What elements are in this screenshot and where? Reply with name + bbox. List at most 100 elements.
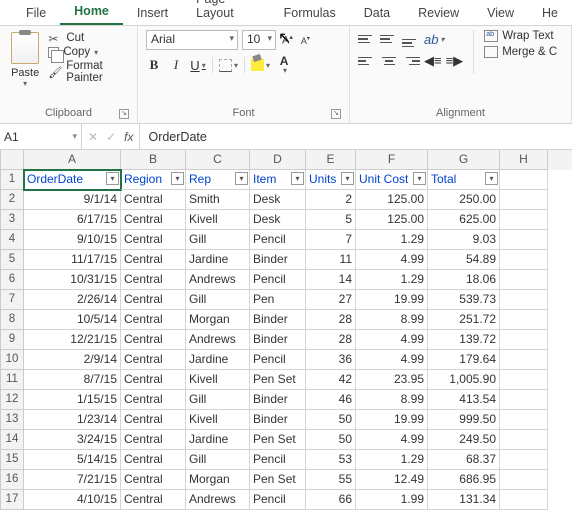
cell[interactable] — [500, 170, 548, 190]
row-header[interactable]: 16 — [0, 470, 24, 490]
cell[interactable]: 19.99 — [356, 410, 428, 430]
align-right-button[interactable] — [402, 53, 420, 69]
cell[interactable]: Desk — [250, 190, 306, 210]
cell[interactable]: Binder — [250, 310, 306, 330]
filter-icon[interactable]: ▾ — [171, 172, 184, 185]
cell[interactable]: 5 — [306, 210, 356, 230]
cell[interactable] — [500, 310, 548, 330]
cell[interactable]: 8.99 — [356, 310, 428, 330]
cell[interactable]: 10/5/14 — [24, 310, 121, 330]
cell[interactable]: Binder — [250, 390, 306, 410]
cell[interactable]: 4.99 — [356, 350, 428, 370]
header-item[interactable]: Item▾ — [250, 170, 306, 190]
cell[interactable]: Jardine — [186, 350, 250, 370]
cell[interactable] — [500, 490, 548, 510]
col-header-f[interactable]: F — [356, 150, 428, 170]
orientation-button[interactable]: ab — [424, 30, 444, 48]
cell[interactable]: 9/1/14 — [24, 190, 121, 210]
cell[interactable]: Central — [121, 350, 186, 370]
cell[interactable]: 7/21/15 — [24, 470, 121, 490]
cell[interactable]: 14 — [306, 270, 356, 290]
header-orderdate[interactable]: OrderDate▾ — [24, 170, 121, 190]
cell[interactable] — [500, 230, 548, 250]
cell[interactable]: 413.54 — [428, 390, 500, 410]
increase-font-button[interactable]: A▴ — [280, 33, 295, 47]
cell[interactable]: Desk — [250, 210, 306, 230]
header-units[interactable]: Units▾ — [306, 170, 356, 190]
header-region[interactable]: Region▾ — [121, 170, 186, 190]
cell[interactable] — [500, 250, 548, 270]
row-header[interactable]: 10 — [0, 350, 24, 370]
cell[interactable]: 12/21/15 — [24, 330, 121, 350]
align-left-button[interactable] — [358, 53, 376, 69]
col-header-h[interactable]: H — [500, 150, 548, 170]
cell[interactable]: Central — [121, 250, 186, 270]
row-header[interactable]: 8 — [0, 310, 24, 330]
cell[interactable]: Central — [121, 390, 186, 410]
cell[interactable] — [500, 270, 548, 290]
cell[interactable]: Kivell — [186, 210, 250, 230]
row-header[interactable]: 12 — [0, 390, 24, 410]
cell[interactable]: 6/17/15 — [24, 210, 121, 230]
header-rep[interactable]: Rep▾ — [186, 170, 250, 190]
cell[interactable]: Pencil — [250, 350, 306, 370]
cell[interactable]: 28 — [306, 310, 356, 330]
col-header-d[interactable]: D — [250, 150, 306, 170]
cell[interactable]: Central — [121, 310, 186, 330]
header-unitcost[interactable]: Unit Cost▾ — [356, 170, 428, 190]
cell[interactable] — [500, 450, 548, 470]
cell[interactable]: 131.34 — [428, 490, 500, 510]
cell[interactable]: 36 — [306, 350, 356, 370]
cell[interactable]: 3/24/15 — [24, 430, 121, 450]
cell[interactable]: 19.99 — [356, 290, 428, 310]
row-header[interactable]: 6 — [0, 270, 24, 290]
cell[interactable]: Pen Set — [250, 470, 306, 490]
filter-icon[interactable]: ▾ — [413, 172, 426, 185]
cell[interactable]: 42 — [306, 370, 356, 390]
cell[interactable]: 539.73 — [428, 290, 500, 310]
col-header-b[interactable]: B — [121, 150, 186, 170]
tab-page-layout[interactable]: Page Layout — [182, 0, 269, 25]
select-all-corner[interactable] — [0, 150, 24, 170]
cell[interactable]: Gill — [186, 450, 250, 470]
cell[interactable]: 1/23/14 — [24, 410, 121, 430]
cell[interactable]: 1.29 — [356, 230, 428, 250]
cell[interactable]: 68.37 — [428, 450, 500, 470]
clipboard-launcher[interactable]: ↘ — [119, 109, 129, 119]
cell[interactable]: Jardine — [186, 250, 250, 270]
font-size-select[interactable]: 10 — [242, 30, 276, 50]
name-box[interactable]: A1 — [0, 124, 82, 149]
tab-help[interactable]: He — [528, 1, 572, 25]
cell[interactable]: 2 — [306, 190, 356, 210]
row-header[interactable]: 15 — [0, 450, 24, 470]
cell[interactable]: 4.99 — [356, 430, 428, 450]
cell[interactable]: Gill — [186, 390, 250, 410]
paste-button[interactable]: Paste ▾ — [8, 30, 42, 88]
tab-insert[interactable]: Insert — [123, 1, 182, 25]
insert-function-button[interactable]: fx — [124, 130, 133, 144]
cell[interactable] — [500, 390, 548, 410]
cell[interactable]: Central — [121, 370, 186, 390]
cell[interactable]: 53 — [306, 450, 356, 470]
cell[interactable]: 55 — [306, 470, 356, 490]
align-middle-button[interactable] — [380, 31, 398, 47]
cell[interactable]: Kivell — [186, 410, 250, 430]
cell[interactable]: 1/15/15 — [24, 390, 121, 410]
cell[interactable]: Central — [121, 210, 186, 230]
header-total[interactable]: Total▾ — [428, 170, 500, 190]
borders-button[interactable] — [219, 56, 238, 74]
cell[interactable]: 1.99 — [356, 490, 428, 510]
cell[interactable]: 10/31/15 — [24, 270, 121, 290]
cell[interactable]: Central — [121, 270, 186, 290]
align-center-button[interactable] — [380, 53, 398, 69]
font-launcher[interactable]: ↘ — [331, 109, 341, 119]
cell[interactable]: 8/7/15 — [24, 370, 121, 390]
cell[interactable]: 125.00 — [356, 210, 428, 230]
filter-icon[interactable]: ▾ — [106, 172, 119, 185]
cell[interactable]: 4/10/15 — [24, 490, 121, 510]
cell[interactable]: Central — [121, 490, 186, 510]
cell[interactable]: Pen Set — [250, 430, 306, 450]
row-header[interactable]: 17 — [0, 490, 24, 510]
row-header[interactable]: 2 — [0, 190, 24, 210]
cancel-formula-button[interactable]: ✕ — [88, 130, 98, 144]
